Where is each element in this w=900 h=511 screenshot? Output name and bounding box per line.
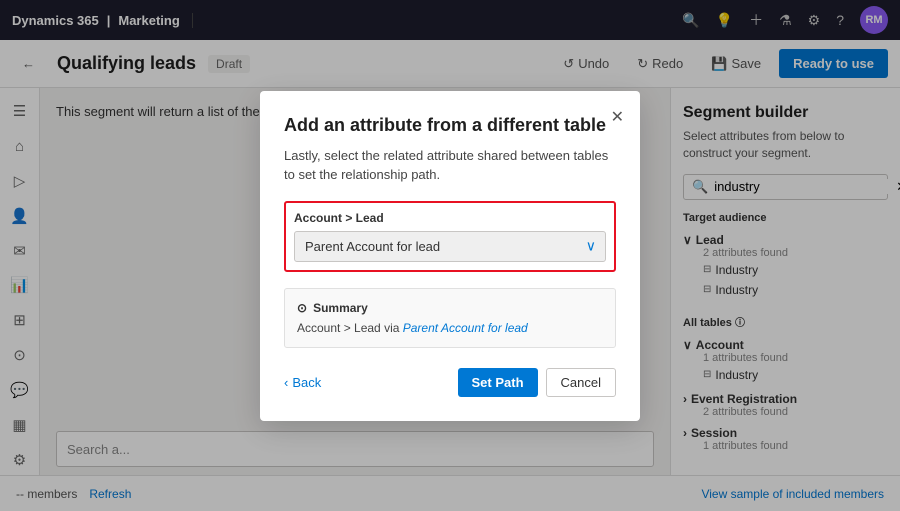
summary-title: ⊙ Summary (297, 301, 603, 315)
modal-description: Lastly, select the related attribute sha… (284, 146, 616, 185)
modal-overlay: ✕ Add an attribute from a different tabl… (0, 0, 900, 511)
modal-title: Add an attribute from a different table (284, 115, 616, 136)
modal-summary: ⊙ Summary Account > Lead via Parent Acco… (284, 288, 616, 348)
cancel-button[interactable]: Cancel (546, 368, 616, 397)
set-path-button[interactable]: Set Path (458, 368, 538, 397)
modal-footer-actions: Set Path Cancel (458, 368, 616, 397)
back-button[interactable]: ‹ Back (284, 375, 321, 390)
relationship-select[interactable]: Parent Account for lead (294, 231, 606, 262)
modal-select-section: Account > Lead Parent Account for lead ∨ (284, 201, 616, 272)
select-wrapper: Parent Account for lead ∨ (294, 231, 606, 262)
modal-select-label: Account > Lead (294, 211, 606, 225)
modal-close-button[interactable]: ✕ (611, 107, 624, 127)
summary-italic: Parent Account for lead (403, 321, 528, 335)
summary-icon: ⊙ (297, 301, 307, 315)
modal-footer: ‹ Back Set Path Cancel (284, 368, 616, 397)
summary-text: Account > Lead via Parent Account for le… (297, 321, 603, 335)
back-chevron-icon: ‹ (284, 375, 288, 390)
modal-dialog: ✕ Add an attribute from a different tabl… (260, 91, 640, 421)
